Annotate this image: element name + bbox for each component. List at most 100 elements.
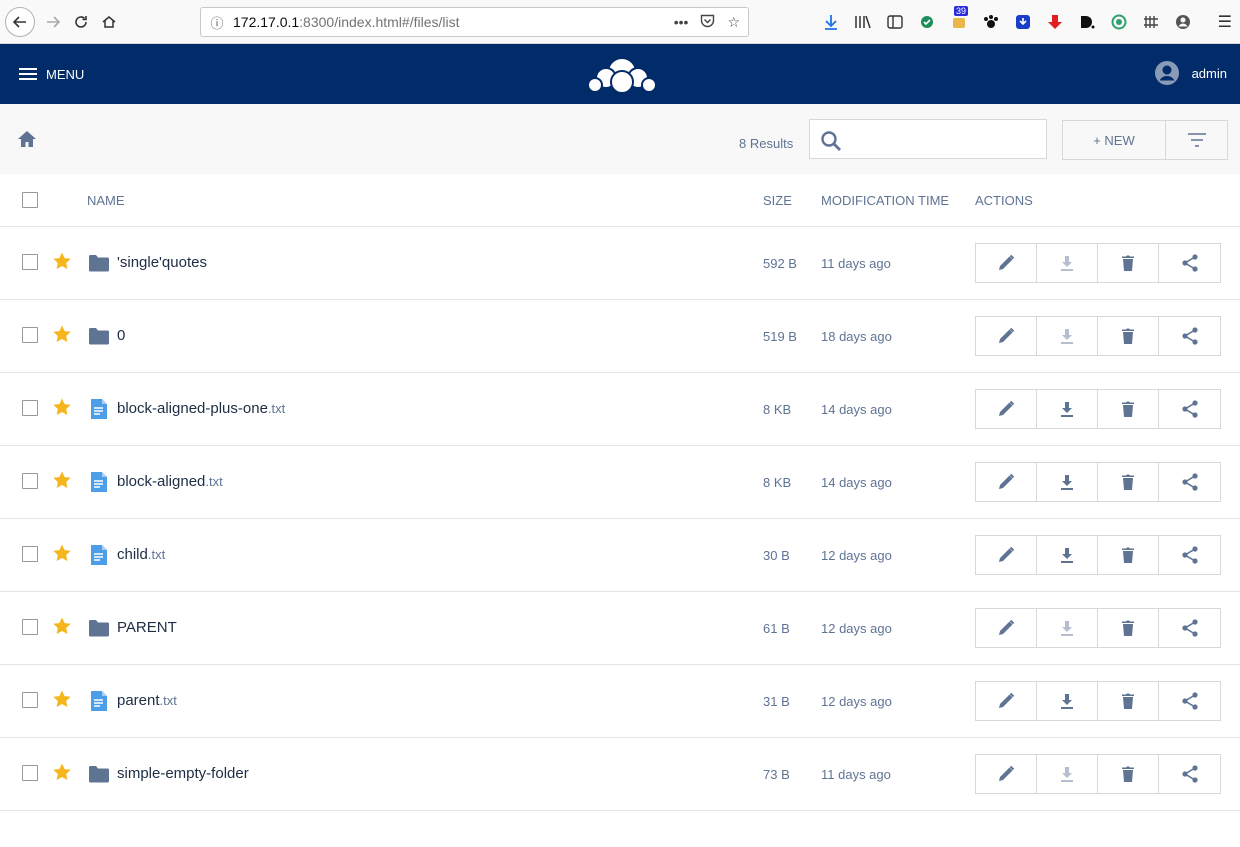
download-button[interactable] — [1037, 609, 1098, 647]
extension-d-icon[interactable] — [1076, 12, 1097, 32]
share-button[interactable] — [1159, 536, 1220, 574]
search-input[interactable] — [850, 120, 1045, 158]
new-button[interactable]: + NEW — [1063, 121, 1166, 159]
table-row[interactable]: 'single'quotes 592 B 11 days ago — [0, 227, 1240, 300]
rename-button[interactable] — [976, 244, 1037, 282]
row-checkbox[interactable] — [22, 619, 38, 635]
filter-button[interactable] — [1166, 121, 1227, 159]
star-icon[interactable] — [52, 251, 72, 276]
share-button[interactable] — [1159, 317, 1220, 355]
rename-button[interactable] — [976, 755, 1037, 793]
table-row[interactable]: PARENT 61 B 12 days ago — [0, 592, 1240, 665]
rename-button[interactable] — [976, 682, 1037, 720]
row-checkbox[interactable] — [22, 473, 38, 489]
search-box[interactable] — [809, 119, 1047, 159]
star-icon[interactable] — [52, 397, 72, 422]
extension-badge-icon[interactable]: 39 — [948, 6, 969, 32]
delete-button[interactable] — [1098, 536, 1159, 574]
share-icon — [1181, 619, 1198, 637]
reload-button[interactable] — [67, 8, 95, 36]
table-row[interactable]: block-aligned-plus-one.txt 8 KB 14 days … — [0, 373, 1240, 446]
share-button[interactable] — [1159, 390, 1220, 428]
delete-button[interactable] — [1098, 755, 1159, 793]
table-row[interactable]: block-aligned.txt 8 KB 14 days ago — [0, 446, 1240, 519]
table-row[interactable]: parent.txt 31 B 12 days ago — [0, 665, 1240, 738]
star-icon[interactable] — [52, 543, 72, 568]
row-checkbox[interactable] — [22, 327, 38, 343]
select-all-checkbox[interactable] — [22, 192, 38, 208]
download-button[interactable] — [1037, 390, 1098, 428]
library-icon[interactable] — [852, 12, 873, 32]
download-button[interactable] — [1037, 682, 1098, 720]
table-row[interactable]: child.txt 30 B 12 days ago — [0, 519, 1240, 592]
table-row[interactable]: simple-empty-folder 73 B 11 days ago — [0, 738, 1240, 811]
back-button[interactable] — [5, 6, 35, 37]
star-icon[interactable] — [52, 470, 72, 495]
file-name[interactable]: 0 — [117, 327, 125, 344]
extension-blue-download-icon[interactable] — [1012, 12, 1033, 32]
download-button[interactable] — [1037, 244, 1098, 282]
row-checkbox[interactable] — [22, 692, 38, 708]
info-icon[interactable]: ⓘ — [201, 13, 233, 32]
star-icon[interactable] — [52, 616, 72, 641]
breadcrumb-home[interactable] — [17, 130, 37, 153]
column-size[interactable]: SIZE — [763, 193, 792, 208]
row-checkbox[interactable] — [22, 254, 38, 270]
file-size: 73 B — [763, 767, 790, 782]
rename-button[interactable] — [976, 317, 1037, 355]
delete-button[interactable] — [1098, 244, 1159, 282]
delete-button[interactable] — [1098, 682, 1159, 720]
share-button[interactable] — [1159, 682, 1220, 720]
column-name[interactable]: NAME — [87, 193, 125, 208]
row-checkbox[interactable] — [22, 400, 38, 416]
column-mtime[interactable]: MODIFICATION TIME — [821, 193, 949, 208]
rename-button[interactable] — [976, 463, 1037, 501]
download-button[interactable] — [1037, 463, 1098, 501]
extension-green-icon[interactable] — [916, 12, 937, 32]
pocket-icon[interactable] — [700, 14, 715, 31]
delete-button[interactable] — [1098, 463, 1159, 501]
owncloud-logo[interactable] — [587, 56, 657, 99]
extension-grid-icon[interactable] — [1140, 12, 1161, 32]
more-actions-icon[interactable]: ••• — [674, 14, 689, 31]
star-icon[interactable] — [52, 689, 72, 714]
download-button[interactable] — [1037, 536, 1098, 574]
rename-button[interactable] — [976, 609, 1037, 647]
delete-button[interactable] — [1098, 317, 1159, 355]
file-name[interactable]: PARENT — [117, 619, 177, 636]
forward-button[interactable] — [39, 8, 67, 36]
table-row[interactable]: 0 519 B 18 days ago — [0, 300, 1240, 373]
share-button[interactable] — [1159, 755, 1220, 793]
share-button[interactable] — [1159, 244, 1220, 282]
download-button[interactable] — [1037, 317, 1098, 355]
file-name[interactable]: block-aligned-plus-one.txt — [117, 400, 285, 417]
rename-button[interactable] — [976, 536, 1037, 574]
file-name[interactable]: child.txt — [117, 546, 165, 563]
bookmark-star-icon[interactable]: ☆ — [727, 14, 740, 31]
menu-button[interactable]: MENU — [19, 67, 84, 82]
user-menu[interactable]: admin — [1154, 60, 1227, 86]
browser-menu-icon[interactable]: ☰ — [1218, 12, 1232, 32]
extension-paw-icon[interactable] — [980, 12, 1001, 32]
account-icon[interactable] — [1172, 12, 1193, 32]
row-checkbox[interactable] — [22, 765, 38, 781]
star-icon[interactable] — [52, 324, 72, 349]
row-checkbox[interactable] — [22, 546, 38, 562]
sidebar-icon[interactable] — [884, 12, 905, 32]
share-button[interactable] — [1159, 609, 1220, 647]
share-button[interactable] — [1159, 463, 1220, 501]
home-button[interactable] — [95, 8, 123, 36]
extension-red-arrow-icon[interactable] — [1044, 12, 1065, 32]
download-button[interactable] — [1037, 755, 1098, 793]
file-name[interactable]: block-aligned.txt — [117, 473, 223, 490]
delete-button[interactable] — [1098, 609, 1159, 647]
file-name[interactable]: simple-empty-folder — [117, 765, 249, 782]
star-icon[interactable] — [52, 762, 72, 787]
delete-button[interactable] — [1098, 390, 1159, 428]
download-icon[interactable] — [820, 12, 841, 32]
url-bar[interactable]: ⓘ 172.17.0.1:8300/index.html#/files/list… — [200, 7, 749, 37]
rename-button[interactable] — [976, 390, 1037, 428]
file-name[interactable]: 'single'quotes — [117, 254, 207, 271]
extension-circle-icon[interactable] — [1108, 12, 1129, 32]
file-name[interactable]: parent.txt — [117, 692, 177, 709]
